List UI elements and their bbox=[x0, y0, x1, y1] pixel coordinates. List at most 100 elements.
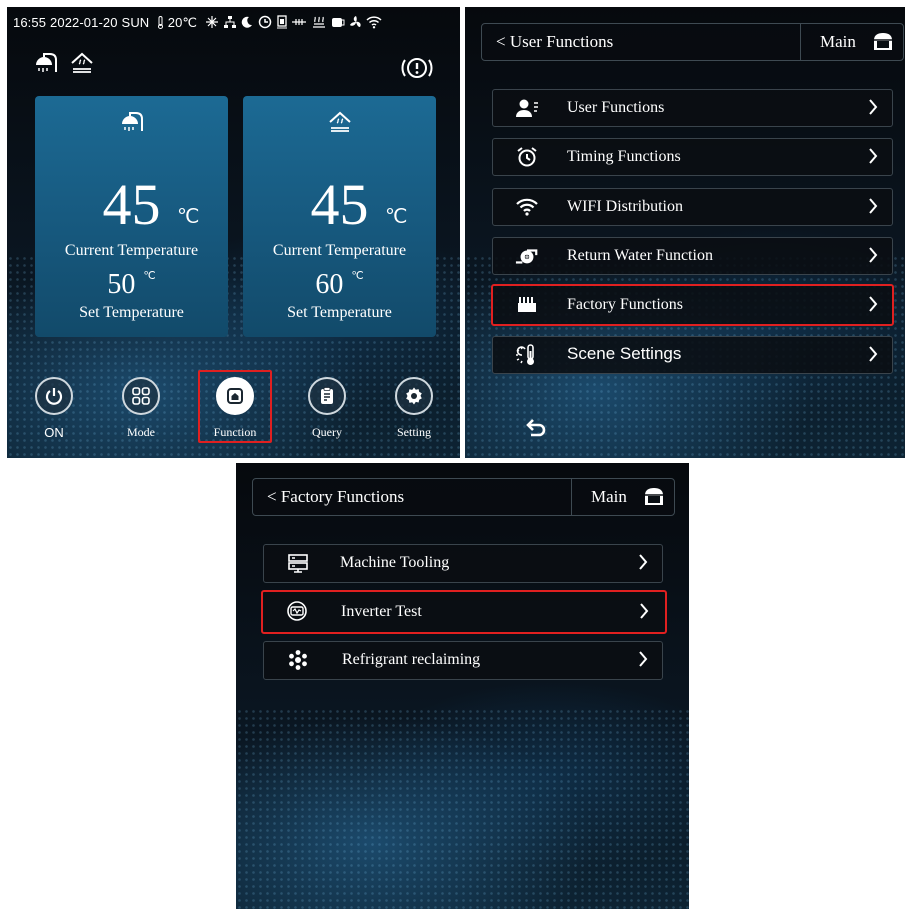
menu-item-label: Refrigrant reclaiming bbox=[342, 651, 481, 668]
floor-heating-card[interactable]: 45 ℃ Current Temperature 60 ℃ Set Tempera… bbox=[243, 96, 436, 337]
home-screen-panel: 16:55 2022-01-20 SUN 20℃ 45 ℃ Current Temp… bbox=[7, 7, 460, 458]
mode-icons bbox=[33, 51, 95, 80]
menu-item-scene-settings[interactable]: Scene Settings bbox=[492, 336, 893, 374]
user-functions-panel: < User Functions Main User Functions Tim… bbox=[465, 7, 905, 458]
home-icon bbox=[227, 388, 243, 404]
chevron-right-icon bbox=[869, 99, 878, 115]
menu-item-wifi-distribution[interactable]: WIFI Distribution bbox=[492, 188, 893, 226]
set-temperature-unit: ℃ bbox=[143, 270, 156, 282]
menu-item-factory-functions[interactable]: Factory Functions bbox=[491, 284, 894, 326]
mode-label: Mode bbox=[127, 425, 155, 439]
main-button[interactable]: Main bbox=[591, 487, 627, 507]
chevron-right-icon bbox=[640, 603, 649, 619]
alarm-clock-icon bbox=[517, 147, 537, 167]
power-icon bbox=[45, 388, 63, 405]
floor-heating-icon bbox=[328, 111, 351, 132]
grid-icon bbox=[132, 387, 150, 405]
snowflake-icon bbox=[289, 650, 307, 670]
menu-item-label: Machine Tooling bbox=[340, 554, 450, 571]
menu-item-user-functions[interactable]: User Functions bbox=[492, 89, 893, 127]
chevron-left-icon: < bbox=[496, 32, 510, 51]
header-bar: < User Functions Main bbox=[481, 23, 904, 61]
set-temperature-label: Set Temperature bbox=[79, 304, 184, 321]
chevron-right-icon bbox=[639, 651, 648, 667]
setting-button[interactable]: Setting bbox=[379, 377, 449, 440]
alarm-icon[interactable] bbox=[400, 55, 434, 81]
menu-item-return-water-function[interactable]: Return Water Function bbox=[492, 237, 893, 275]
pump-icon bbox=[515, 249, 538, 264]
on-button[interactable]: ON bbox=[19, 377, 89, 440]
function-label: Function bbox=[213, 425, 257, 439]
compressor-icon bbox=[331, 18, 345, 27]
menu-item-label: Timing Functions bbox=[567, 148, 681, 165]
menu-item-timing-functions[interactable]: Timing Functions bbox=[492, 138, 893, 176]
header-title: Factory Functions bbox=[280, 487, 405, 506]
menu-item-label: Return Water Function bbox=[567, 247, 713, 264]
setting-label: Setting bbox=[396, 425, 431, 439]
fan-icon bbox=[349, 16, 361, 27]
menu-item-label: WIFI Distribution bbox=[567, 198, 683, 215]
menu-item-label: User Functions bbox=[567, 99, 665, 116]
hot-water-card[interactable]: 45 ℃ Current Temperature 50 ℃ Set Tempera… bbox=[35, 96, 228, 337]
chevron-right-icon bbox=[639, 554, 648, 570]
wifi-status-icon bbox=[366, 16, 382, 29]
sun-snow-icon bbox=[205, 16, 218, 28]
thermometer-icon bbox=[158, 16, 164, 29]
chevron-left-icon: < bbox=[267, 487, 281, 506]
set-temperature[interactable]: 50 ℃ bbox=[35, 271, 228, 299]
menu-item-label: Scene Settings bbox=[567, 344, 682, 363]
menu-item-inverter-test[interactable]: Inverter Test bbox=[261, 590, 667, 634]
heater-icon bbox=[292, 19, 307, 25]
network-icon bbox=[223, 16, 236, 28]
main-button[interactable]: Main bbox=[820, 32, 856, 52]
clipboard-icon bbox=[321, 387, 333, 404]
scene-thermometer-icon bbox=[516, 344, 534, 365]
current-temperature-label: Current Temperature bbox=[272, 242, 407, 259]
gear-icon bbox=[406, 387, 422, 405]
chevron-right-icon bbox=[869, 247, 878, 263]
function-button[interactable]: Function bbox=[198, 370, 272, 443]
status-time: 16:55 bbox=[13, 15, 47, 30]
clock-icon bbox=[258, 15, 272, 29]
on-label: ON bbox=[44, 425, 64, 440]
home-icon[interactable] bbox=[641, 485, 667, 509]
factory-icon bbox=[518, 297, 536, 312]
chevron-right-icon bbox=[869, 346, 878, 362]
temperature-unit: ℃ bbox=[385, 206, 408, 228]
shower-icon bbox=[36, 53, 57, 72]
header-divider bbox=[800, 24, 801, 60]
chevron-right-icon bbox=[869, 148, 878, 164]
chevron-right-icon bbox=[869, 198, 878, 214]
set-temperature-value: 60 bbox=[315, 269, 344, 300]
status-day: SUN bbox=[121, 15, 150, 30]
factory-functions-panel: < Factory Functions Main Machine Tooling… bbox=[236, 463, 689, 909]
status-date: 2022-01-20 bbox=[50, 15, 118, 30]
shower-icon bbox=[121, 112, 143, 131]
tank-icon bbox=[276, 15, 287, 29]
menu-item-refrigrant-reclaiming[interactable]: Refrigrant reclaiming bbox=[263, 641, 663, 680]
status-ambient-temp: 20℃ bbox=[167, 15, 198, 30]
menu-item-label: Inverter Test bbox=[341, 603, 422, 620]
set-temperature-label: Set Temperature bbox=[287, 304, 392, 321]
back-button[interactable]: < User Functions bbox=[496, 32, 613, 52]
menu-item-label: Factory Functions bbox=[567, 296, 683, 313]
floor-heating-icon bbox=[71, 52, 93, 73]
header-title: User Functions bbox=[509, 32, 614, 51]
temperature-unit: ℃ bbox=[177, 206, 200, 228]
wifi-icon bbox=[516, 198, 538, 216]
return-arrow-icon[interactable] bbox=[525, 419, 547, 439]
header-bar: < Factory Functions Main bbox=[252, 478, 675, 516]
query-button[interactable]: Query bbox=[292, 377, 362, 440]
current-temperature-label: Current Temperature bbox=[64, 242, 199, 259]
set-temperature-value: 50 bbox=[107, 269, 136, 300]
mode-button[interactable]: Mode bbox=[106, 377, 176, 440]
set-temperature-unit: ℃ bbox=[351, 270, 364, 282]
user-icon bbox=[516, 99, 538, 117]
home-icon[interactable] bbox=[870, 30, 896, 54]
back-button[interactable]: < Factory Functions bbox=[267, 487, 404, 507]
defrost-icon bbox=[313, 16, 326, 28]
menu-item-machine-tooling[interactable]: Machine Tooling bbox=[263, 544, 663, 583]
status-bar: 16:55 2022-01-20 SUN 20℃ bbox=[13, 15, 382, 31]
set-temperature[interactable]: 60 ℃ bbox=[243, 271, 436, 299]
inverter-icon bbox=[287, 601, 307, 621]
